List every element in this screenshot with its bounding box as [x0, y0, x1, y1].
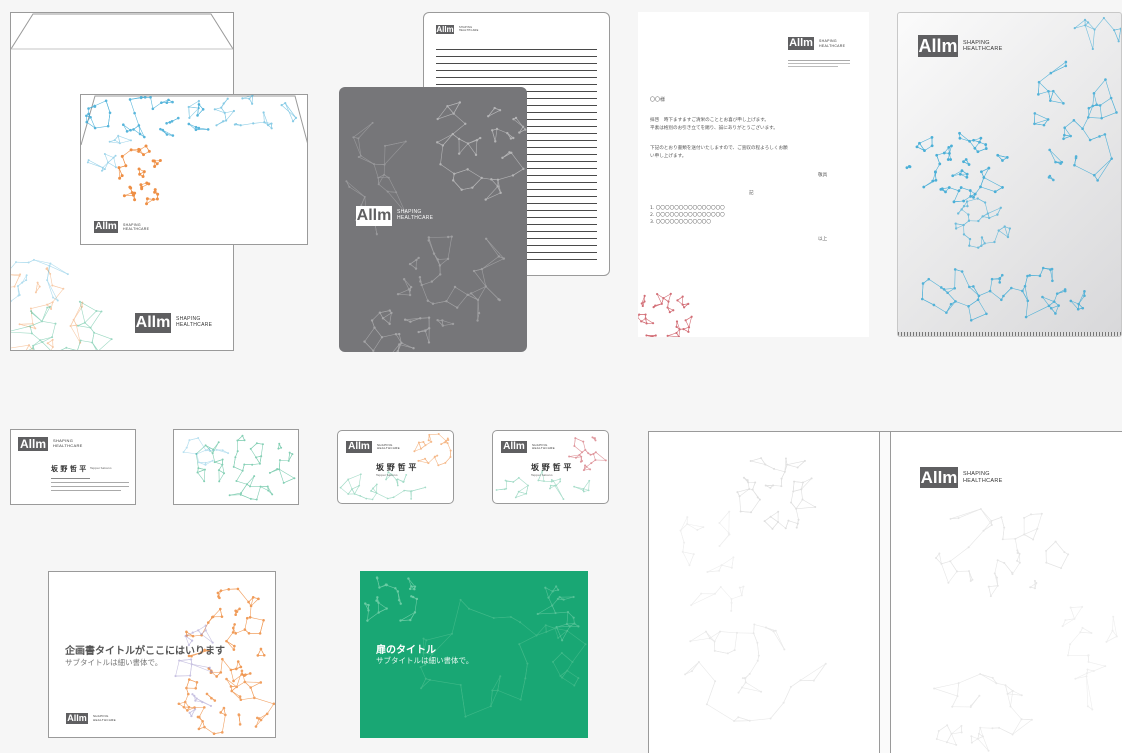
logo-tagline-2: HEALTHCARE — [397, 215, 434, 221]
letterhead: Allm SHAPING HEALTHCARE 〇〇様 拝啓 時下ますますご清栄… — [638, 12, 869, 337]
card-person-name: 坂 野 哲 平 — [376, 463, 417, 472]
brand-logo: Allm SHAPING HEALTHCARE — [436, 25, 479, 34]
brand-logo: Allm SHAPING HEALTHCARE — [135, 313, 212, 333]
proposal-cover-slide: 企画書タイトルがここにはいります サブタイトルは細い書体で。 Allm SHAP… — [48, 571, 276, 738]
brand-logo: Allm SHAPING HEALTHCARE — [920, 467, 1003, 488]
brand-logo: Allm SHAPING HEALTHCARE — [501, 441, 555, 453]
logo-wordmark: Allm — [920, 467, 958, 488]
logo-wordmark: Allm — [135, 313, 171, 333]
logo-wordmark: Allm — [346, 441, 372, 453]
card-person-name: 坂 野 哲 平 — [531, 463, 572, 472]
card-person-romaji: Teppei Sakano — [90, 466, 112, 470]
logo-wordmark: Allm — [356, 206, 392, 226]
network-pattern-gray — [679, 457, 1118, 752]
open-folder: Allm SHAPING HEALTHCARE — [648, 431, 1122, 753]
brand-logo: Allm SHAPING HEALTHCARE — [356, 206, 433, 226]
door-subtitle: サブタイトルは細い書体で。 — [376, 656, 474, 665]
network-pattern-red — [638, 292, 693, 337]
logo-tagline-2: HEALTHCARE — [93, 717, 116, 722]
door-cover-slide: 扉のタイトル サブタイトルは細い書体で。 — [360, 571, 588, 738]
card-contact-lines — [51, 478, 129, 491]
business-card-front: Allm SHAPING HEALTHCARE 坂 野 哲 平 Teppei S… — [10, 429, 136, 505]
logo-tagline-2: HEALTHCARE — [963, 477, 1003, 484]
logo-tagline-2: HEALTHCARE — [123, 227, 150, 231]
business-card-variant-orange: Allm SHAPING HEALTHCARE 坂 野 哲 平 Teppei S… — [337, 430, 454, 504]
logo-tagline-2: HEALTHCARE — [377, 446, 400, 450]
network-pattern-green — [182, 434, 296, 501]
logo-tagline-2: HEALTHCARE — [53, 443, 83, 448]
folder-bottom-edge — [898, 332, 1121, 336]
logo-wordmark: Allm — [501, 441, 527, 453]
business-card-back — [173, 429, 299, 505]
brand-logo: Allm SHAPING HEALTHCARE — [346, 441, 400, 453]
proposal-subtitle: サブタイトルは細い書体で。 — [65, 658, 163, 667]
logo-wordmark: Allm — [436, 24, 454, 34]
clear-file-folder: Allm SHAPING HEALTHCARE — [897, 12, 1122, 337]
logo-wordmark: Allm — [66, 713, 88, 724]
network-pattern-blue — [905, 16, 1121, 322]
brand-logo: Allm SHAPING HEALTHCARE — [18, 437, 83, 451]
small-envelope: Allm SHAPING HEALTHCARE — [80, 94, 308, 245]
logo-wordmark: Allm — [18, 437, 48, 451]
logo-wordmark: Allm — [94, 221, 118, 233]
logo-tagline-2: HEALTHCARE — [459, 28, 479, 32]
proposal-title: 企画書タイトルがここにはいります — [65, 646, 225, 657]
door-title: 扉のタイトル — [376, 645, 436, 656]
business-card-variant-red: Allm SHAPING HEALTHCARE 坂 野 哲 平 Teppei S… — [492, 430, 609, 504]
gray-folder: Allm SHAPING HEALTHCARE — [339, 87, 527, 352]
brand-logo: Allm SHAPING HEALTHCARE — [66, 713, 116, 724]
brand-logo: Allm SHAPING HEALTHCARE — [94, 221, 149, 233]
logo-tagline-2: HEALTHCARE — [532, 446, 555, 450]
logo-tagline-2: HEALTHCARE — [176, 322, 213, 328]
card-person-name: 坂 野 哲 平 — [51, 465, 87, 473]
card-person-romaji: Teppei Sakano — [376, 473, 398, 477]
card-person-romaji: Teppei Sakano — [531, 473, 553, 477]
